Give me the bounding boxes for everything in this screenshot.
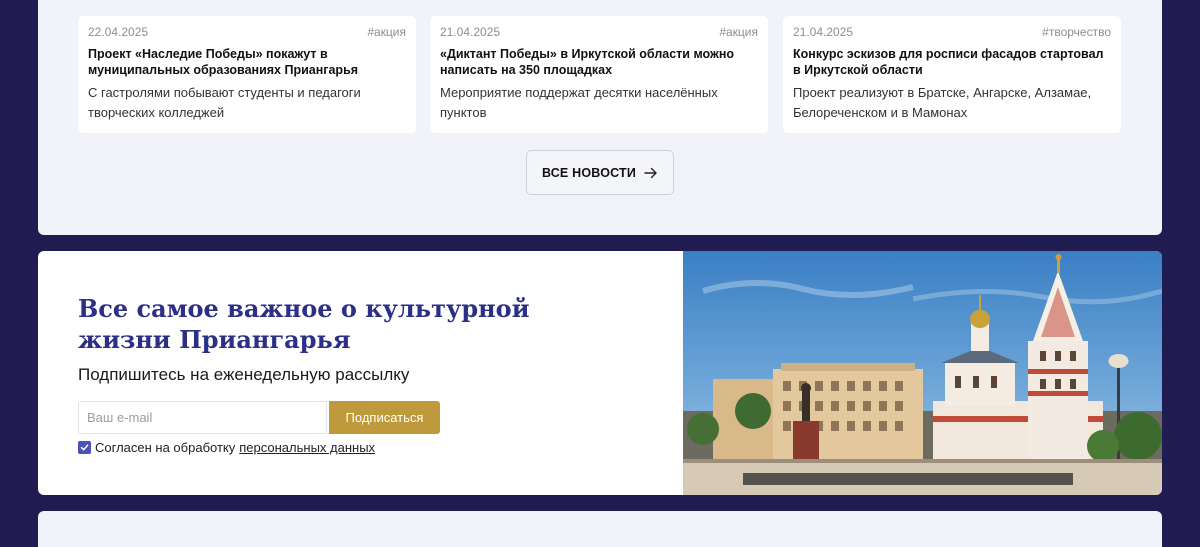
consent-checkbox[interactable] bbox=[78, 441, 91, 454]
personal-data-link[interactable]: персональных данных bbox=[239, 440, 375, 455]
news-date: 21.04.2025 bbox=[440, 25, 501, 39]
news-title[interactable]: Конкурс эскизов для росписи фасадов стар… bbox=[793, 46, 1111, 78]
newsletter-section: Все самое важное о культурной жизни Приа… bbox=[38, 251, 1162, 495]
all-news-label: ВСЕ НОВОСТИ bbox=[541, 165, 637, 180]
news-tag[interactable]: #акция bbox=[367, 25, 406, 40]
subscribe-button[interactable]: Подписаться bbox=[329, 401, 440, 434]
consent-text: Согласен на обработку bbox=[95, 440, 236, 455]
news-tag[interactable]: #творчество bbox=[1042, 25, 1111, 40]
news-card[interactable]: 22.04.2025 #акция Проект «Наследие Побед… bbox=[78, 16, 416, 133]
news-date: 22.04.2025 bbox=[88, 25, 149, 39]
irkutsk-cathedral-photo bbox=[683, 251, 1162, 495]
consent-row: Согласен на обработку персональных данны… bbox=[78, 440, 375, 455]
arrow-right-icon bbox=[644, 167, 658, 179]
newsletter-subtitle: Подпишитесь на еженедельную рассылку bbox=[78, 365, 410, 384]
checkmark-icon bbox=[80, 444, 89, 451]
email-field[interactable] bbox=[78, 401, 327, 434]
all-news-button[interactable]: ВСЕ НОВОСТИ bbox=[526, 150, 674, 195]
news-card[interactable]: 21.04.2025 #акция «Диктант Победы» в Ирк… bbox=[430, 16, 768, 133]
news-section: 22.04.2025 #акция Проект «Наследие Побед… bbox=[38, 0, 1162, 235]
news-date: 21.04.2025 bbox=[793, 25, 854, 39]
news-title[interactable]: «Диктант Победы» в Иркутской области мож… bbox=[440, 46, 758, 78]
newsletter-title: Все самое важное о культурной жизни Приа… bbox=[78, 294, 530, 354]
news-description: Мероприятие поддержат десятки населённых… bbox=[440, 85, 718, 120]
next-section bbox=[38, 511, 1162, 547]
news-tag[interactable]: #акция bbox=[719, 25, 758, 40]
news-description: Проект реализуют в Братске, Ангарске, Ал… bbox=[793, 85, 1092, 120]
news-description: С гастролями побывают студенты и педагог… bbox=[88, 85, 361, 120]
news-title[interactable]: Проект «Наследие Победы» покажут в муниц… bbox=[88, 46, 406, 78]
news-card[interactable]: 21.04.2025 #творчество Конкурс эскизов д… bbox=[783, 16, 1121, 133]
